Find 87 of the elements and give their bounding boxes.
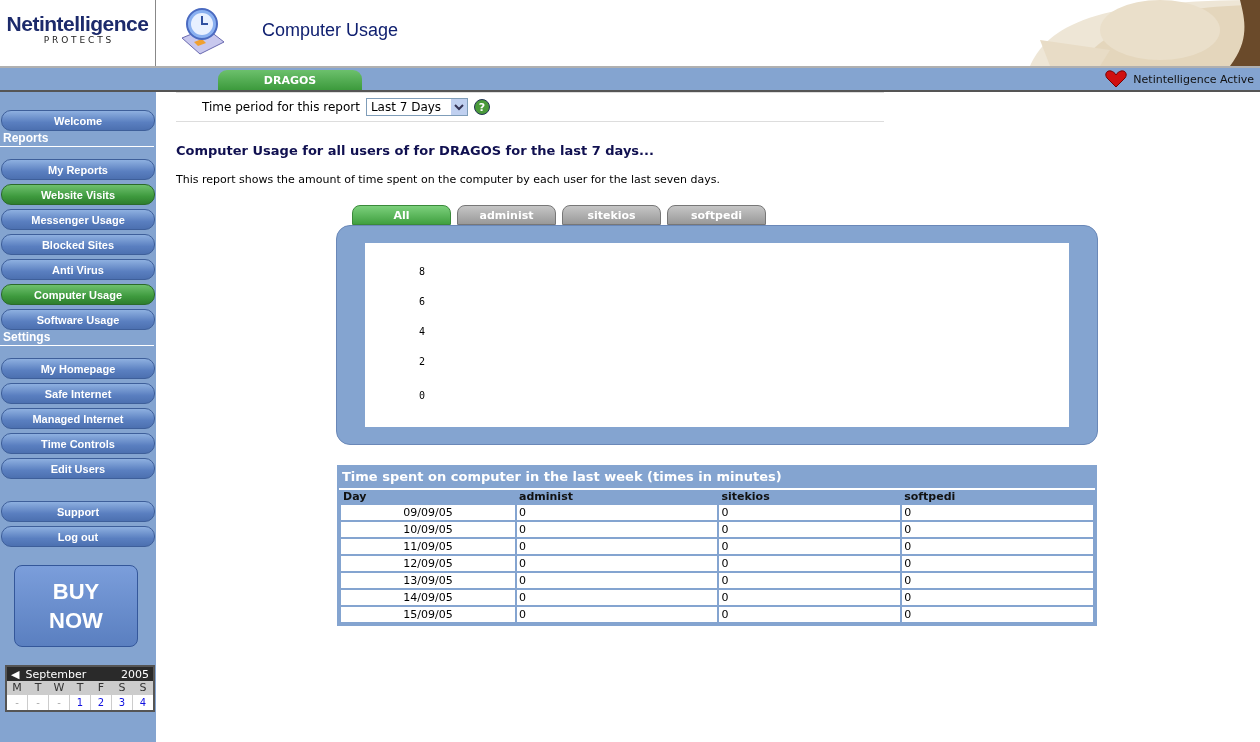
table-cell: 0 (517, 505, 718, 520)
period-label: Time period for this report (202, 100, 360, 114)
user-tab[interactable]: DRAGOS (218, 70, 362, 90)
calendar-day[interactable]: - (7, 695, 27, 710)
table-cell: 15/09/05 (341, 607, 515, 622)
section-heading: Reports (0, 131, 154, 147)
table-cell: 0 (517, 522, 718, 537)
table-cell: 0 (902, 607, 1093, 622)
calendar-day[interactable]: - (49, 695, 69, 710)
table-cell: 09/09/05 (341, 505, 515, 520)
column-header: softpedi (903, 490, 957, 503)
calendar-day[interactable]: 3 (112, 695, 132, 710)
nav-button[interactable]: Blocked Sites (1, 234, 155, 255)
nav-button[interactable]: My Homepage (1, 358, 155, 379)
calendar-month: September (25, 667, 87, 681)
heart-icon (1105, 70, 1128, 88)
status-text: Netintelligence Active (1133, 72, 1254, 86)
page-title: Computer Usage (262, 20, 400, 42)
logo-wordmark: Netintelligence (6, 11, 149, 36)
nav-button[interactable]: Time Controls (1, 433, 155, 454)
nav-button[interactable]: Computer Usage (1, 284, 155, 305)
table-cell: 0 (719, 607, 901, 622)
table-cell: 0 (902, 505, 1093, 520)
buy-now-button[interactable]: BUY NOW (14, 565, 138, 647)
table-cell: 0 (902, 522, 1093, 537)
user-tab[interactable]: sitekios (562, 205, 661, 225)
report-heading: Computer Usage for all users of for DRAGOS for the last 7 days... (176, 143, 655, 158)
table-cell: 0 (517, 539, 718, 554)
calendar-day[interactable]: 4 (133, 695, 153, 710)
weekday-label: T (33, 681, 43, 694)
axis-label: 8 (419, 266, 426, 277)
user-tab[interactable]: All (352, 205, 451, 225)
column-header: Day (342, 490, 368, 503)
table-cell: 0 (719, 590, 901, 605)
table-cell: 0 (719, 556, 901, 571)
column-header: sitekios (720, 490, 771, 503)
table-cell: 0 (719, 539, 901, 554)
nav-button[interactable]: Log out (1, 526, 155, 547)
calendar-day[interactable]: - (28, 695, 48, 710)
user-tab[interactable]: softpedi (667, 205, 766, 225)
table-cell: 11/09/05 (341, 539, 515, 554)
weekday-label: W (52, 681, 66, 694)
table-cell: 0 (517, 556, 718, 571)
calendar-year: 2005 (121, 667, 149, 681)
nav-button[interactable]: Website Visits (1, 184, 155, 205)
table-cell: 13/09/05 (341, 573, 515, 588)
section-heading: Settings (0, 330, 154, 346)
table-cell: 0 (902, 590, 1093, 605)
weekday-label: M (11, 681, 23, 694)
nav-button[interactable]: Safe Internet (1, 383, 155, 404)
nav-button[interactable]: My Reports (1, 159, 155, 180)
column-header: administ (518, 490, 574, 503)
report-description: This report shows the amount of time spent on the computer by each user for the last seven days. (176, 173, 721, 186)
weekday-label: T (75, 681, 85, 694)
table-cell: 14/09/05 (341, 590, 515, 605)
weekday-label: S (117, 681, 127, 694)
table-cell: 12/09/05 (341, 556, 515, 571)
axis-label: 6 (419, 296, 426, 307)
table-cell: 0 (902, 556, 1093, 571)
table-cell: 0 (719, 573, 901, 588)
table-cell: 0 (517, 573, 718, 588)
table-cell: 0 (902, 573, 1093, 588)
nav-button[interactable]: Edit Users (1, 458, 155, 479)
help-button[interactable]: ? (473, 99, 490, 115)
period-dropdown[interactable]: Last 7 Days (365, 98, 468, 116)
table-cell: 0 (902, 539, 1093, 554)
weekday-label: F (96, 681, 106, 694)
user-tab[interactable]: administ (457, 205, 556, 225)
table-cell: 0 (719, 522, 901, 537)
weekday-label: S (138, 681, 148, 694)
table-cell: 0 (517, 590, 718, 605)
nav-button[interactable]: Welcome (1, 110, 155, 131)
calendar-day[interactable]: 2 (91, 695, 111, 710)
previous-month-button[interactable]: ◀ (11, 667, 20, 681)
nav-button[interactable]: Software Usage (1, 309, 155, 330)
table-cell: 10/09/05 (341, 522, 515, 537)
nav-button[interactable]: Managed Internet (1, 408, 155, 429)
table-cell: 0 (719, 505, 901, 520)
axis-label: 0 (419, 390, 426, 401)
table-cell: 0 (517, 607, 718, 622)
calendar-day[interactable]: 1 (70, 695, 90, 710)
nav-button[interactable]: Support (1, 501, 155, 522)
nav-button[interactable]: Anti Virus (1, 259, 155, 280)
table-title: Time spent on computer in the last week (times in minutes) (339, 465, 1095, 490)
axis-label: 2 (419, 356, 426, 367)
nav-button[interactable]: Messenger Usage (1, 209, 155, 230)
axis-label: 4 (419, 326, 426, 337)
